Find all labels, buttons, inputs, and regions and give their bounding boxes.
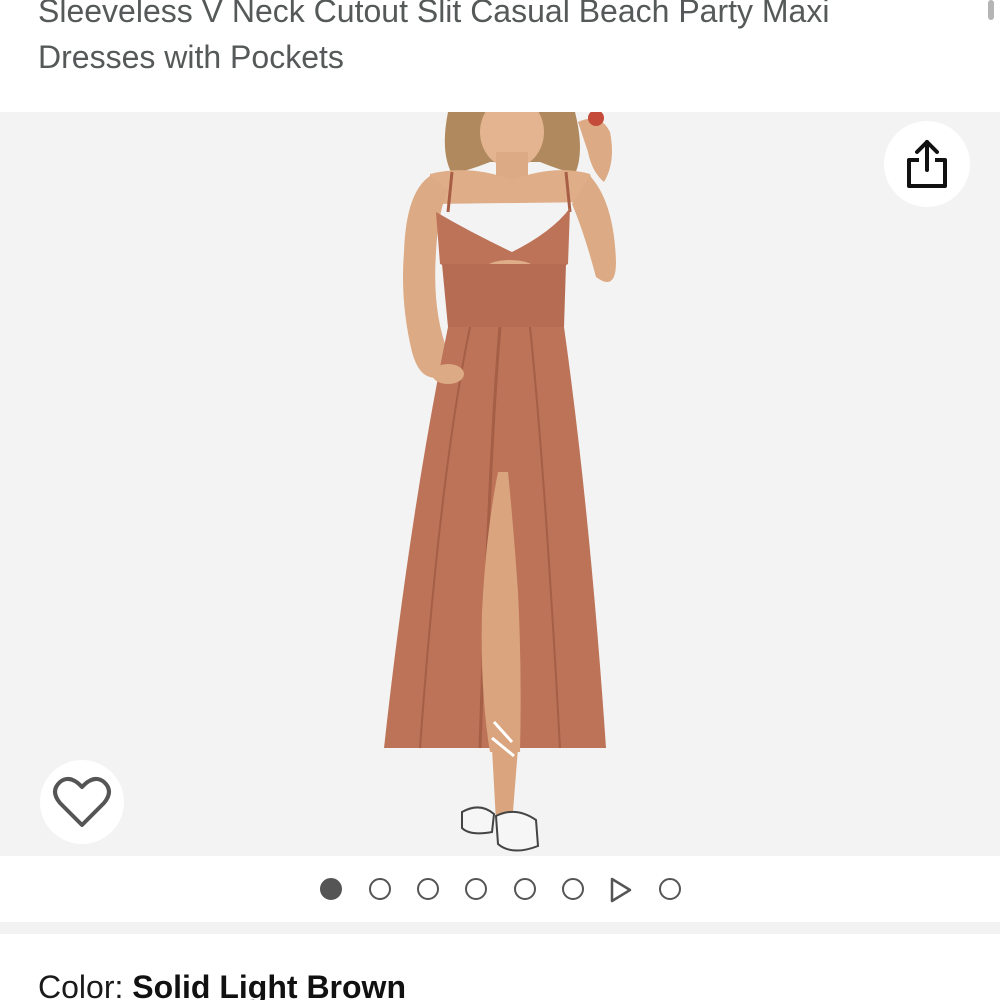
carousel-dot[interactable]: [514, 878, 536, 900]
share-icon: [907, 140, 947, 188]
carousel-dot[interactable]: [320, 878, 342, 900]
product-title-line: Sleeveless V Neck Cutout Slit Casual Bea…: [38, 0, 830, 29]
carousel-dot[interactable]: [659, 878, 681, 900]
carousel-dot[interactable]: [562, 878, 584, 900]
carousel-dot[interactable]: [417, 878, 439, 900]
product-title-line: Dresses with Pockets: [38, 39, 344, 75]
video-play-icon[interactable]: [609, 877, 633, 903]
share-button[interactable]: [884, 121, 970, 207]
product-title: Sleeveless V Neck Cutout Slit Casual Bea…: [38, 0, 968, 80]
color-selection: Color: Solid Light Brown: [38, 966, 406, 1000]
image-carousel-indicators: [0, 872, 1000, 906]
add-to-wishlist-button[interactable]: [40, 760, 124, 844]
product-image-gallery[interactable]: [0, 112, 1000, 856]
carousel-dot[interactable]: [465, 878, 487, 900]
product-image[interactable]: [0, 112, 1000, 856]
carousel-dot[interactable]: [369, 878, 391, 900]
scrollbar-thumb[interactable]: [988, 0, 994, 20]
section-divider: [0, 922, 1000, 934]
color-label: Color:: [38, 969, 133, 1000]
heart-outline-icon: [53, 776, 111, 827]
color-value: Solid Light Brown: [132, 969, 406, 1000]
